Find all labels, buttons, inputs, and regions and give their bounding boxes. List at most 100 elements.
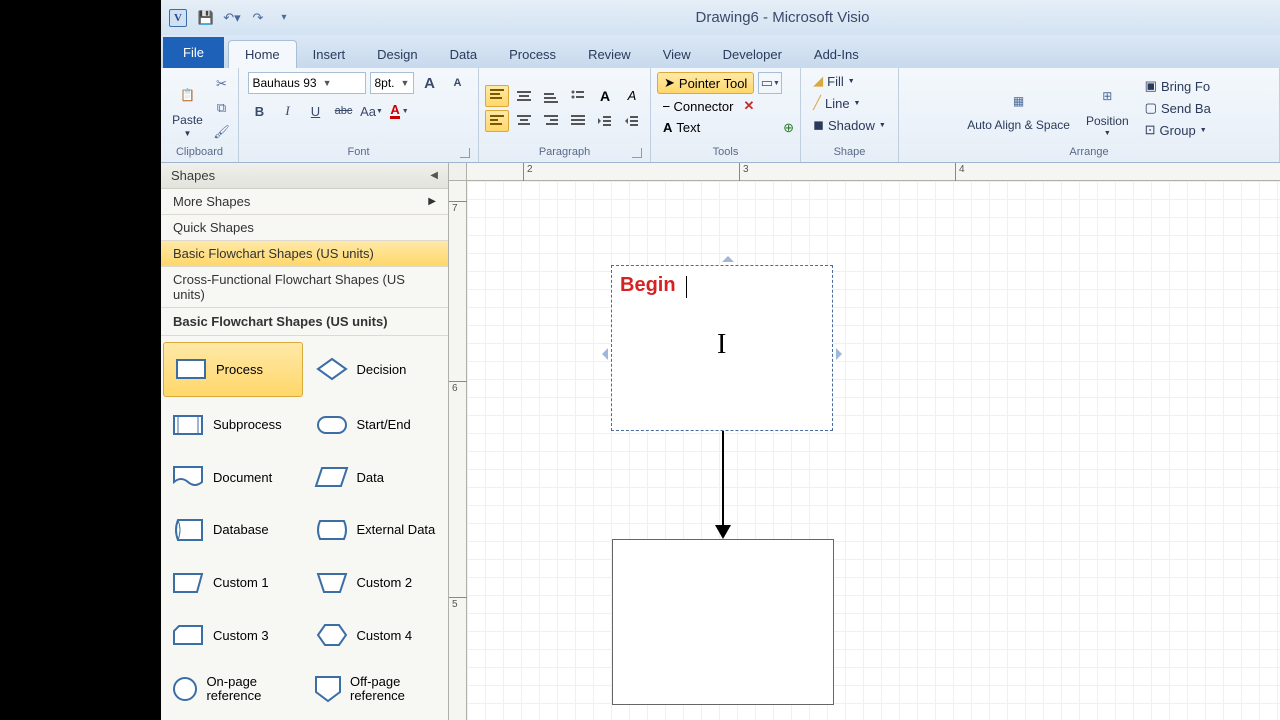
- clear-formatting-button[interactable]: A: [620, 85, 644, 107]
- paste-label: Paste: [172, 113, 203, 127]
- bold-button[interactable]: B: [248, 100, 272, 122]
- dialog-launcher-icon[interactable]: [460, 148, 470, 158]
- more-shapes-link[interactable]: More Shapes ▶: [161, 189, 448, 215]
- send-backward-button[interactable]: ▢Send Ba: [1141, 99, 1215, 117]
- italic-button[interactable]: I: [276, 100, 300, 122]
- cut-icon[interactable]: ✂: [212, 74, 232, 94]
- shape-process[interactable]: Process: [163, 342, 303, 397]
- align-middle-button[interactable]: [512, 85, 536, 107]
- quick-access-toolbar: 💾 ↶▾ ↷ ▾: [197, 9, 293, 27]
- text-direction-button[interactable]: A: [593, 85, 617, 107]
- copy-icon[interactable]: ⧉: [212, 98, 232, 118]
- underline-button[interactable]: U: [304, 100, 328, 122]
- fill-button[interactable]: ◢Fill▼: [809, 72, 859, 90]
- auto-connect-right[interactable]: [836, 348, 848, 360]
- group-label-tools: Tools: [657, 144, 794, 160]
- position-button[interactable]: ⊞ Position ▼: [1082, 78, 1133, 139]
- shape-custom1[interactable]: Custom 1: [161, 556, 305, 609]
- align-bottom-button[interactable]: [539, 85, 563, 107]
- shape-offpage-ref[interactable]: Off-page reference: [305, 661, 449, 716]
- format-painter-icon[interactable]: 🖌: [212, 122, 232, 142]
- tab-design[interactable]: Design: [361, 41, 433, 68]
- auto-align-label: Auto Align & Space: [967, 119, 1070, 131]
- ibeam-cursor: I: [717, 329, 726, 361]
- tab-data[interactable]: Data: [434, 41, 493, 68]
- paste-button[interactable]: 📋 Paste ▼: [168, 77, 208, 140]
- redo-icon[interactable]: ↷: [249, 9, 267, 27]
- shape-text[interactable]: Begin: [620, 274, 676, 297]
- text-tool-button[interactable]: A Text: [657, 118, 706, 137]
- tab-review[interactable]: Review: [572, 41, 647, 68]
- shape-data[interactable]: Data: [305, 451, 449, 504]
- group-clipboard: 📋 Paste ▼ ✂ ⧉ 🖌 Clipboard: [161, 68, 239, 162]
- drawing-canvas[interactable]: Begin I: [467, 181, 1280, 720]
- bullets-button[interactable]: [566, 85, 590, 107]
- shapes-pane-header: Shapes ◀: [161, 163, 448, 189]
- shape-database[interactable]: Database: [161, 504, 305, 557]
- align-top-button[interactable]: [485, 85, 509, 107]
- shape-external-data[interactable]: External Data: [305, 504, 449, 557]
- tab-developer[interactable]: Developer: [707, 41, 798, 68]
- tab-addins[interactable]: Add-Ins: [798, 41, 875, 68]
- group-paragraph: A A Paragraph: [479, 68, 651, 162]
- process-shape-2[interactable]: [612, 539, 834, 705]
- rectangle-tool-button[interactable]: ▭▼: [758, 72, 782, 94]
- pointer-tool-button[interactable]: ➤ Pointer Tool: [657, 72, 754, 94]
- tab-home[interactable]: Home: [228, 40, 297, 68]
- auto-align-button[interactable]: ▦ Auto Align & Space: [963, 83, 1074, 133]
- group-label-font: Font: [245, 144, 472, 160]
- decrease-indent-button[interactable]: [593, 110, 617, 132]
- increase-indent-button[interactable]: [620, 110, 644, 132]
- ruler-horizontal: 2 3 4: [467, 163, 1280, 181]
- group-font: Bauhaus 93▼ 8pt.▼ A A B I U abc Aa▼ A▼: [239, 68, 479, 162]
- group-label-clipboard: Clipboard: [167, 144, 232, 160]
- change-case-button[interactable]: Aa▼: [360, 100, 384, 122]
- qat-more-icon[interactable]: ▾: [275, 9, 293, 27]
- shapes-pane-title: Shapes: [171, 168, 215, 183]
- tab-process[interactable]: Process: [493, 41, 572, 68]
- collapse-icon[interactable]: ◀: [430, 170, 438, 181]
- shape-subprocess[interactable]: Subprocess: [161, 399, 305, 452]
- tab-view[interactable]: View: [647, 41, 707, 68]
- fill-icon: ◢: [813, 73, 823, 89]
- font-size-select[interactable]: 8pt.▼: [370, 72, 414, 94]
- grow-font-button[interactable]: A: [418, 72, 442, 94]
- shape-custom4[interactable]: Custom 4: [305, 609, 449, 662]
- tab-insert[interactable]: Insert: [297, 41, 362, 68]
- shape-list: Process Decision Subprocess Start/End Do…: [161, 336, 448, 720]
- shape-custom2[interactable]: Custom 2: [305, 556, 449, 609]
- align-right-button[interactable]: [539, 110, 563, 132]
- dialog-launcher-icon[interactable]: [632, 148, 642, 158]
- font-color-button[interactable]: A▼: [388, 100, 412, 122]
- shape-document[interactable]: Document: [161, 451, 305, 504]
- connector-tool-button[interactable]: ⎯ Connector: [657, 96, 739, 116]
- font-name-value: Bauhaus 93: [253, 76, 317, 90]
- shape-decision[interactable]: Decision: [305, 340, 449, 399]
- shape-custom3[interactable]: Custom 3: [161, 609, 305, 662]
- shape-onpage-ref[interactable]: On-page reference: [161, 661, 305, 716]
- shape-start-end[interactable]: Start/End: [305, 399, 449, 452]
- group-button[interactable]: ⊡Group▼: [1141, 121, 1215, 139]
- shadow-button[interactable]: ◼Shadow▼: [809, 116, 890, 134]
- connector-arrow[interactable]: [722, 431, 724, 531]
- quick-shapes-link[interactable]: Quick Shapes: [161, 215, 448, 241]
- save-icon[interactable]: 💾: [197, 9, 215, 27]
- undo-icon[interactable]: ↶▾: [223, 9, 241, 27]
- auto-connect-left[interactable]: [596, 348, 608, 360]
- align-center-button[interactable]: [512, 110, 536, 132]
- connection-point-icon[interactable]: ⊕: [783, 120, 794, 136]
- align-left-button[interactable]: [485, 110, 509, 132]
- justify-button[interactable]: [566, 110, 590, 132]
- shrink-font-button[interactable]: A: [446, 72, 470, 94]
- paste-icon: 📋: [172, 79, 204, 111]
- bring-forward-button[interactable]: ▣Bring Fo: [1141, 77, 1215, 95]
- line-button[interactable]: ╱Line▼: [809, 94, 864, 112]
- process-icon: [174, 356, 208, 382]
- tab-file[interactable]: File: [163, 37, 224, 68]
- stencil-basic-flowchart[interactable]: Basic Flowchart Shapes (US units): [161, 241, 448, 267]
- stencil-cross-functional[interactable]: Cross-Functional Flowchart Shapes (US un…: [161, 267, 448, 308]
- close-icon[interactable]: ✕: [743, 98, 754, 114]
- strike-button[interactable]: abc: [332, 100, 356, 122]
- font-name-select[interactable]: Bauhaus 93▼: [248, 72, 366, 94]
- auto-connect-top[interactable]: [722, 250, 734, 262]
